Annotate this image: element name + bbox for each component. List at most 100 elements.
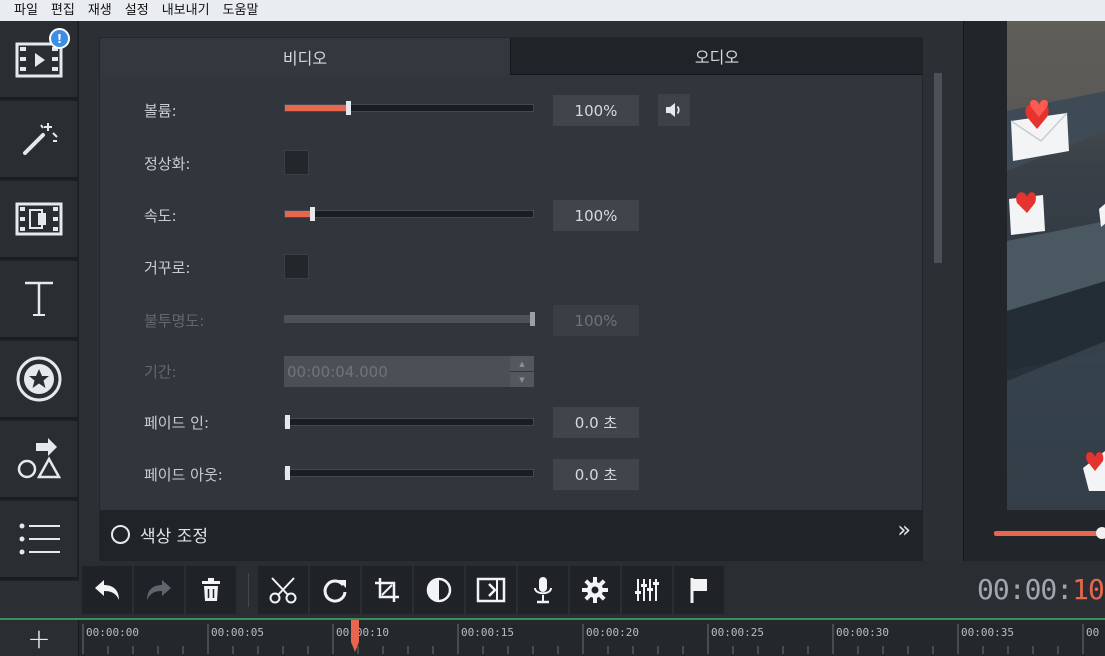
fade-in-slider[interactable] (284, 415, 534, 429)
playback-timecode: 00:00: 10 (963, 561, 1105, 618)
preview-progress-bar[interactable] (994, 527, 1105, 539)
color-adjust-icon (426, 577, 452, 603)
transitions-button[interactable] (0, 181, 77, 259)
cut-scissors-icon (269, 577, 297, 604)
reverse-label: 거꾸로: (144, 259, 191, 277)
fade-out-slider[interactable] (284, 466, 534, 480)
timeline-ruler[interactable]: 00:00:00 00:00:05 00:00:10 00:00:15 00:0… (79, 620, 1105, 656)
menu-file[interactable]: 파일 (14, 0, 48, 21)
menu-export[interactable]: 내보내기 (159, 0, 220, 21)
tick-label: 00:00:00 (86, 626, 139, 639)
color-adjust-toggle-icon (111, 525, 130, 544)
fade-out-value[interactable]: 0.0 초 (553, 459, 639, 490)
fade-in-label: 페이드 인: (144, 414, 210, 432)
toolbar-separator (248, 573, 249, 607)
more-list-icon (19, 523, 60, 555)
menu-edit[interactable]: 편집 (48, 0, 85, 21)
fade-in-slider-handle[interactable] (285, 415, 290, 429)
scrollbar-thumb[interactable] (934, 73, 942, 263)
duration-label: 기간: (144, 363, 177, 381)
color-adjust-section[interactable]: 색상 조정 » (100, 510, 923, 562)
color-adjust-label: 색상 조정 (140, 527, 208, 547)
titles-button[interactable] (0, 261, 77, 339)
speed-label: 속도: (144, 207, 177, 225)
filters-button[interactable] (0, 101, 77, 179)
left-tool-sidebar: ! (0, 21, 79, 581)
equalizer-icon (635, 579, 659, 601)
undo-icon (95, 580, 119, 600)
fade-out-label: 페이드 아웃: (144, 466, 223, 484)
cut-button[interactable] (258, 566, 308, 614)
video-preview (963, 21, 1105, 561)
rotate-button[interactable] (310, 566, 360, 614)
magic-wand-icon (22, 123, 58, 155)
callouts-button[interactable] (0, 421, 77, 499)
more-tools-button[interactable] (0, 501, 77, 579)
marker-flag-icon (690, 578, 707, 603)
fade-in-value[interactable]: 0.0 초 (553, 407, 639, 438)
menu-settings[interactable]: 설정 (122, 0, 159, 21)
menu-help[interactable]: 도움말 (220, 0, 269, 21)
color-adjust-button[interactable] (414, 566, 464, 614)
speed-slider-fill (285, 211, 312, 217)
speed-slider[interactable] (284, 207, 534, 221)
tick-label: 00:00:35 (961, 626, 1014, 639)
playhead-marker[interactable] (351, 620, 359, 656)
tick-label: 00:00:05 (211, 626, 264, 639)
preview-frame (1007, 21, 1105, 510)
transition-button[interactable] (466, 566, 516, 614)
clip-settings-button[interactable] (570, 566, 620, 614)
spin-up-icon: ▲ (510, 356, 534, 371)
volume-slider[interactable] (284, 101, 534, 115)
tab-audio[interactable]: 오디오 (510, 38, 923, 75)
volume-value[interactable]: 100% (553, 95, 639, 126)
rotate-icon (323, 579, 347, 603)
settings-gear-icon (582, 577, 608, 603)
volume-slider-fill (285, 105, 348, 111)
menu-bar: 파일 편집 재생 설정 내보내기 도움말 (0, 0, 1105, 21)
import-media-button[interactable]: ! (0, 21, 77, 99)
speed-slider-handle[interactable] (310, 207, 315, 221)
add-track-button[interactable]: + (0, 620, 79, 656)
spin-down-icon: ▼ (510, 372, 534, 387)
shapes-callouts-icon (17, 438, 61, 479)
menu-playback[interactable]: 재생 (85, 0, 122, 21)
properties-scrollbar[interactable] (932, 73, 944, 543)
redo-icon (147, 580, 171, 600)
text-titles-icon (24, 281, 53, 316)
record-audio-button[interactable] (518, 566, 568, 614)
edit-toolbar (79, 561, 963, 618)
delete-button[interactable] (186, 566, 236, 614)
speaker-icon (666, 103, 680, 117)
reverse-checkbox[interactable] (284, 254, 309, 279)
crop-button[interactable] (362, 566, 412, 614)
opacity-slider (284, 312, 535, 326)
record-audio-mic-icon (534, 577, 552, 604)
mute-button[interactable] (658, 94, 690, 126)
undo-button[interactable] (82, 566, 132, 614)
redo-button[interactable] (134, 566, 184, 614)
normalize-label: 정상화: (144, 155, 191, 173)
timeline-header: + 00:00:00 00:00:05 00:00:10 00:00:15 00… (0, 618, 1105, 656)
stickers-button[interactable] (0, 341, 77, 419)
duration-spinner: ▲ ▼ (510, 356, 534, 387)
clip-properties-panel: 비디오 오디오 볼륨: 100% 정상화: 속도: 100% 거꾸로: 불투명도… (99, 37, 923, 562)
timecode-seconds: 10 (1072, 573, 1105, 606)
tick-label: 00:00:20 (586, 626, 639, 639)
add-marker-button[interactable] (674, 566, 724, 614)
stickers-star-icon (16, 356, 61, 402)
tab-video[interactable]: 비디오 (100, 38, 510, 75)
crop-icon (375, 578, 399, 602)
opacity-slider-handle (530, 312, 535, 326)
speed-value[interactable]: 100% (553, 200, 639, 231)
normalize-checkbox[interactable] (284, 150, 309, 175)
fade-out-slider-handle[interactable] (285, 466, 290, 480)
tick-label: 00:00:25 (711, 626, 764, 639)
tick-label: 00:00:10 (336, 626, 389, 639)
audio-equalizer-button[interactable] (622, 566, 672, 614)
expand-chevron-icon[interactable]: » (898, 518, 911, 543)
volume-slider-handle[interactable] (346, 101, 351, 115)
tick-label: 00:00:30 (836, 626, 889, 639)
preview-progress-handle[interactable] (1096, 527, 1105, 539)
volume-label: 볼륨: (144, 102, 177, 120)
